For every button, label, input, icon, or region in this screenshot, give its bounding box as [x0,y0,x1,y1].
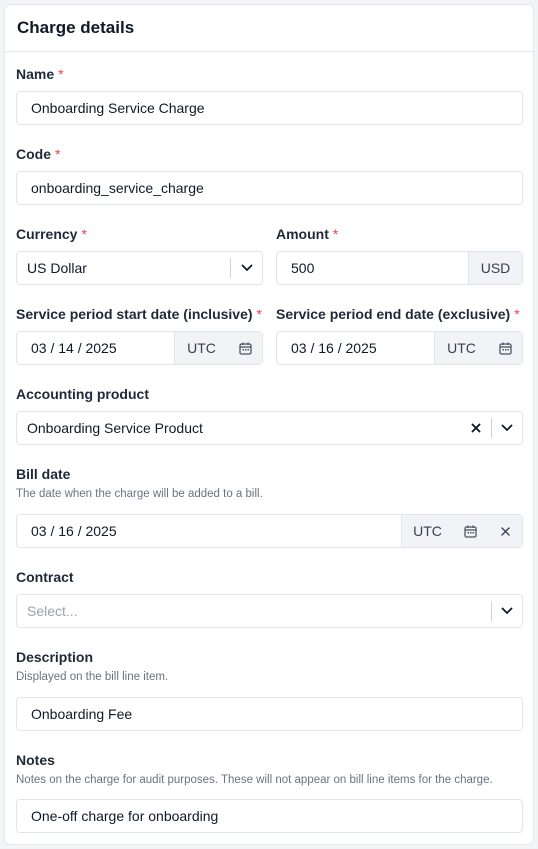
amount-value: 500 [291,260,315,276]
bill-date-input[interactable]: 03 / 16 / 2025 UTC [16,514,523,548]
end-date-timezone: UTC [434,332,488,364]
end-date-field-label: Service period end date (exclusive) * [276,306,520,322]
name-value: Onboarding Service Charge [31,100,205,116]
amount-input[interactable]: 500 USD [276,251,523,285]
accounting-product-value: Onboarding Service Product [27,420,203,436]
currency-field-label: Currency * [16,226,87,242]
start-date-timezone: UTC [174,332,228,364]
chevron-down-icon[interactable] [492,595,522,627]
currency-label: Currency [16,226,78,242]
bill-date-label: Bill date [16,466,71,482]
required-marker: * [256,306,262,322]
start-date-label: Service period start date (inclusive) [16,306,253,322]
name-label: Name [16,66,55,82]
code-value: onboarding_service_charge [31,180,204,196]
chevron-down-icon[interactable] [492,412,522,444]
calendar-icon[interactable] [228,332,262,364]
required-marker: * [58,66,64,82]
required-marker: * [81,226,87,242]
currency-select[interactable]: US Dollar [16,251,263,285]
code-input[interactable]: onboarding_service_charge [16,171,523,205]
notes-hint: Notes on the charge for audit purposes. … [16,774,493,786]
contract-field-label: Contract [16,569,74,585]
accounting-product-field-label: Accounting product [16,386,149,402]
description-label: Description [16,649,94,665]
description-field-label: Description Displayed on the bill line i… [16,649,168,683]
name-field-label: Name * [16,66,64,82]
panel-title: Charge details [17,18,135,37]
accounting-product-select[interactable]: Onboarding Service Product [16,411,523,445]
amount-label: Amount [276,226,329,242]
notes-value: One-off charge for onboarding [31,808,219,824]
bill-date-timezone: UTC [401,515,453,547]
description-input[interactable]: Onboarding Fee [16,697,523,731]
required-marker: * [514,306,520,322]
end-date-label: Service period end date (exclusive) [276,306,511,322]
contract-label: Contract [16,569,74,585]
required-marker: * [55,146,61,162]
calendar-icon[interactable] [453,515,488,547]
contract-placeholder: Select... [27,603,78,619]
bill-date-hint: The date when the charge will be added t… [16,488,263,500]
code-field-label: Code * [16,146,60,162]
code-label: Code [16,146,51,162]
currency-value: US Dollar [27,260,87,276]
end-date-value: 03 / 16 / 2025 [291,340,377,356]
notes-input[interactable]: One-off charge for onboarding [16,799,523,833]
start-date-value: 03 / 14 / 2025 [31,340,117,356]
notes-field-label: Notes Notes on the charge for audit purp… [16,752,493,786]
required-marker: * [332,226,339,242]
bill-date-value: 03 / 16 / 2025 [31,523,117,539]
description-value: Onboarding Fee [31,706,133,722]
start-date-field-label: Service period start date (inclusive) * [16,306,262,322]
description-hint: Displayed on the bill line item. [16,671,169,683]
chevron-down-icon[interactable] [231,252,262,284]
notes-label: Notes [16,752,55,768]
panel-header: Charge details [5,5,533,52]
name-input[interactable]: Onboarding Service Charge [16,91,523,125]
close-icon[interactable] [488,515,522,547]
end-date-input[interactable]: 03 / 16 / 2025 UTC [276,331,523,365]
close-icon[interactable] [461,412,491,444]
bill-date-field-label: Bill date The date when the charge will … [16,466,263,500]
contract-select[interactable]: Select... [16,594,523,628]
start-date-input[interactable]: 03 / 14 / 2025 UTC [16,331,263,365]
amount-field-label: Amount * [276,226,338,242]
accounting-product-label: Accounting product [16,386,149,402]
calendar-icon[interactable] [488,332,522,364]
amount-unit-addon: USD [468,252,522,284]
